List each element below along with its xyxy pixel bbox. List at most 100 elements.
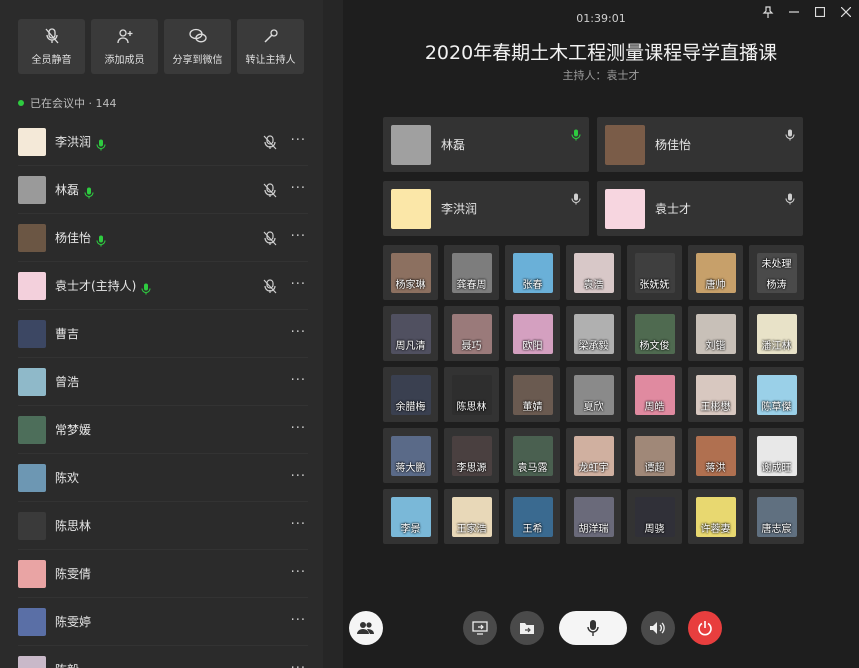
- speaker-button[interactable]: [641, 611, 675, 645]
- participant-tile[interactable]: 董婧: [505, 367, 560, 422]
- wechat-icon: [188, 27, 207, 45]
- participant-row[interactable]: 杨佳怡 ···: [18, 214, 308, 262]
- transfer-host-label: 转让主持人: [245, 55, 296, 66]
- participant-tile[interactable]: 王希: [505, 489, 560, 544]
- participant-tile[interactable]: 王家浩: [444, 489, 499, 544]
- participant-row[interactable]: 袁士才(主持人) ···: [18, 262, 308, 310]
- participant-list: 李洪润 ··· 林磊 ··· 杨佳怡 ··· 袁士才(主持人) ··· 曹吉 ·…: [18, 118, 308, 668]
- avatar: 唐帅: [695, 252, 736, 293]
- participant-name: 曾浩: [55, 375, 80, 389]
- tile-name: 李景: [400, 523, 421, 535]
- participant-tile[interactable]: 陈思林: [444, 367, 499, 422]
- participant-tile[interactable]: 欧阳: [505, 306, 560, 361]
- avatar: 周凡清: [390, 313, 431, 354]
- share-screen-icon: [472, 621, 488, 635]
- members-button[interactable]: [349, 611, 383, 645]
- participant-tile[interactable]: 周凡清: [383, 306, 438, 361]
- participant-row[interactable]: 陈雯婷 ···: [18, 598, 308, 646]
- speaker-tile[interactable]: 杨佳怡: [597, 117, 803, 172]
- share-file-button[interactable]: [510, 611, 544, 645]
- participant-tile[interactable]: 周骁: [627, 489, 682, 544]
- main-stage: 01:39:01 2020年春期土木工程测量课程导学直播课 主持人：袁士才 林磊…: [343, 0, 859, 668]
- participant-tile[interactable]: 谢成旺: [749, 428, 804, 483]
- participant-row[interactable]: 陈雯倩 ···: [18, 550, 308, 598]
- participant-row[interactable]: 李洪润 ···: [18, 118, 308, 166]
- participant-tile[interactable]: 袁马露: [505, 428, 560, 483]
- participant-tile[interactable]: 蒋洪: [688, 428, 743, 483]
- participant-tile[interactable]: 李思源: [444, 428, 499, 483]
- participant-tile[interactable]: 张妩妩: [627, 245, 682, 300]
- more-options-button[interactable]: ···: [291, 277, 306, 292]
- participant-tile[interactable]: 未处理 杨涛: [749, 245, 804, 300]
- more-options-button[interactable]: ···: [291, 229, 306, 244]
- more-options-button[interactable]: ···: [291, 517, 306, 532]
- end-meeting-button[interactable]: [688, 611, 722, 645]
- avatar: 周皓: [634, 374, 675, 415]
- participant-row[interactable]: 陈思林 ···: [18, 502, 308, 550]
- more-options-button[interactable]: ···: [291, 421, 306, 436]
- share-screen-button[interactable]: [463, 611, 497, 645]
- participant-tile[interactable]: 潘江林: [749, 306, 804, 361]
- mute-participant-button[interactable]: [263, 135, 277, 150]
- mute-participant-button[interactable]: [263, 231, 277, 246]
- more-options-button[interactable]: ···: [291, 181, 306, 196]
- avatar: 蒋洪: [695, 435, 736, 476]
- participant-row[interactable]: 常梦媛 ···: [18, 406, 308, 454]
- avatar: 胡洋瑞: [573, 496, 614, 537]
- mute-all-button[interactable]: 全员静音: [18, 19, 85, 74]
- participant-row[interactable]: 曾浩 ···: [18, 358, 308, 406]
- tile-name: 蒋洪: [705, 462, 726, 474]
- meeting-window: 全员静音 添加成员 分享到微信 转让主持人 已在会议中 · 144 李洪润 ··…: [0, 0, 859, 668]
- more-options-button[interactable]: ···: [291, 661, 306, 668]
- power-icon: [698, 621, 712, 636]
- add-member-button[interactable]: 添加成员: [91, 19, 158, 74]
- participant-tile[interactable]: 聂巧: [444, 306, 499, 361]
- speaker-tile[interactable]: 林磊: [383, 117, 589, 172]
- participant-tile[interactable]: 张春: [505, 245, 560, 300]
- participant-name: 陈雯倩: [55, 567, 92, 581]
- more-options-button[interactable]: ···: [291, 565, 306, 580]
- panel-divider[interactable]: [323, 0, 343, 668]
- more-options-button[interactable]: ···: [291, 373, 306, 388]
- transfer-host-button[interactable]: 转让主持人: [237, 19, 304, 74]
- participant-tile[interactable]: 谭超: [627, 428, 682, 483]
- mic-button[interactable]: [559, 611, 627, 645]
- mute-participant-button[interactable]: [263, 183, 277, 198]
- participant-tile[interactable]: 蒋大鹏: [383, 428, 438, 483]
- participant-tile[interactable]: 胡洋瑞: [566, 489, 621, 544]
- participant-tile[interactable]: 许蓉妻: [688, 489, 743, 544]
- add-user-icon: [116, 27, 134, 45]
- participant-tile[interactable]: 周皓: [627, 367, 682, 422]
- more-options-button[interactable]: ···: [291, 325, 306, 340]
- mic-active-icon: [141, 280, 151, 294]
- participant-tile[interactable]: 唐帅: [688, 245, 743, 300]
- avatar: 龙虹宇: [573, 435, 614, 476]
- participant-tile[interactable]: 李景: [383, 489, 438, 544]
- participant-tile[interactable]: 龚春周: [444, 245, 499, 300]
- more-options-button[interactable]: ···: [291, 613, 306, 628]
- participant-row[interactable]: 林磊 ···: [18, 166, 308, 214]
- participant-tile[interactable]: 杨文俊: [627, 306, 682, 361]
- avatar: [605, 188, 645, 229]
- participant-tile[interactable]: 刘锴: [688, 306, 743, 361]
- participant-tile[interactable]: 杨家琳: [383, 245, 438, 300]
- participant-tile[interactable]: 龙虹宇: [566, 428, 621, 483]
- participant-tile[interactable]: 余腊梅: [383, 367, 438, 422]
- avatar: 余腊梅: [390, 374, 431, 415]
- share-wechat-button[interactable]: 分享到微信: [164, 19, 231, 74]
- speaker-tile[interactable]: 袁士才: [597, 181, 803, 236]
- speaker-tile[interactable]: 李洪润: [383, 181, 589, 236]
- participant-tile[interactable]: 陈草傑: [749, 367, 804, 422]
- more-options-button[interactable]: ···: [291, 469, 306, 484]
- participant-tile[interactable]: 梁承毅: [566, 306, 621, 361]
- participant-row[interactable]: 陈欢 ···: [18, 454, 308, 502]
- more-options-button[interactable]: ···: [291, 133, 306, 148]
- participant-tile[interactable]: 王彬懋: [688, 367, 743, 422]
- participant-row[interactable]: 曹吉 ···: [18, 310, 308, 358]
- participant-tile[interactable]: 袁浩: [566, 245, 621, 300]
- participant-row[interactable]: 陈毅 ···: [18, 646, 308, 668]
- participant-tile[interactable]: 夏欣: [566, 367, 621, 422]
- participant-tile[interactable]: 唐志宸: [749, 489, 804, 544]
- tile-name: 谢成旺: [761, 462, 792, 474]
- mute-participant-button[interactable]: [263, 279, 277, 294]
